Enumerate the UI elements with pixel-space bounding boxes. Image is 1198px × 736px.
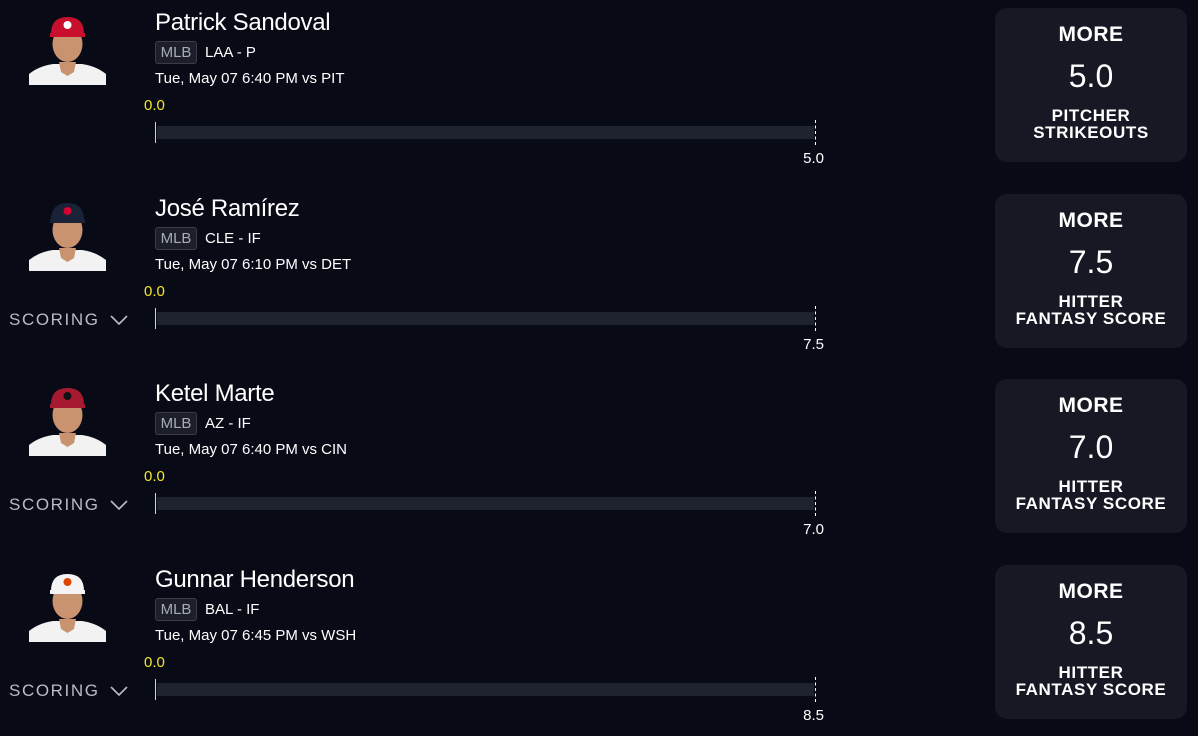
pick-card[interactable]: MORE 8.5 HITTER FANTASY SCORE: [995, 565, 1187, 719]
pick-line: 7.0: [1068, 429, 1114, 465]
progress-bar: [157, 312, 814, 325]
line-target-value: 5.0: [803, 150, 824, 167]
current-stat-value: 0.0: [144, 654, 165, 671]
scoring-label: SCORING: [9, 495, 100, 514]
progress-start-marker: [155, 122, 156, 143]
scoring-toggle[interactable]: SCORING: [9, 495, 128, 515]
stat-type: HITTER FANTASY SCORE: [995, 664, 1187, 698]
game-time: Tue, May 07 6:40 PM vs CIN: [155, 441, 348, 458]
scoring-toggle[interactable]: SCORING: [9, 681, 128, 701]
league-badge: MLB: [155, 412, 197, 435]
stat-type: HITTER FANTASY SCORE: [995, 293, 1187, 327]
stat-type-line2: FANTASY SCORE: [1015, 309, 1167, 328]
scoring-label: SCORING: [9, 681, 100, 700]
progress-start-marker: [155, 679, 156, 700]
pick-line: 7.5: [1068, 244, 1114, 280]
line-target-value: 7.5: [803, 336, 824, 353]
stat-type-line2: FANTASY SCORE: [1015, 680, 1167, 699]
stat-type-line1: PITCHER: [1051, 106, 1131, 125]
pick-card[interactable]: MORE 5.0 PITCHER STRIKEOUTS: [995, 8, 1187, 162]
line-target-value: 8.5: [803, 707, 824, 724]
progress-start-marker: [155, 308, 156, 329]
progress-bar: [157, 126, 814, 139]
pick-direction: MORE: [1058, 580, 1124, 603]
player-pick-row: Gunnar Henderson MLB BAL - IF Tue, May 0…: [0, 557, 1198, 736]
stat-type: HITTER FANTASY SCORE: [995, 478, 1187, 512]
stat-type-line1: HITTER: [1058, 292, 1124, 311]
stat-type-line2: FANTASY SCORE: [1015, 494, 1167, 513]
line-target-marker: [815, 120, 816, 145]
chevron-down-icon: [109, 315, 128, 325]
player-pick-row: Ketel Marte MLB AZ - IF Tue, May 07 6:40…: [0, 371, 1198, 556]
current-stat-value: 0.0: [144, 283, 165, 300]
player-name[interactable]: José Ramírez: [155, 195, 300, 223]
game-time: Tue, May 07 6:40 PM vs PIT: [155, 70, 345, 87]
chevron-down-icon: [109, 500, 128, 510]
stat-type-line1: HITTER: [1058, 663, 1124, 682]
stat-type-line2: STRIKEOUTS: [1033, 123, 1149, 142]
chevron-down-icon: [109, 686, 128, 696]
player-pick-row: José Ramírez MLB CLE - IF Tue, May 07 6:…: [0, 186, 1198, 371]
line-target-marker: [815, 491, 816, 516]
pick-line: 5.0: [1068, 58, 1114, 94]
progress-start-marker: [155, 493, 156, 514]
current-stat-value: 0.0: [144, 468, 165, 485]
scoring-label: SCORING: [9, 310, 100, 329]
pick-card[interactable]: MORE 7.0 HITTER FANTASY SCORE: [995, 379, 1187, 533]
pick-card[interactable]: MORE 7.5 HITTER FANTASY SCORE: [995, 194, 1187, 348]
league-badge: MLB: [155, 41, 197, 64]
stat-type: PITCHER STRIKEOUTS: [995, 107, 1187, 141]
player-headshot-icon: [29, 12, 106, 85]
line-target-marker: [815, 306, 816, 331]
player-name[interactable]: Gunnar Henderson: [155, 566, 355, 594]
pick-list: Patrick Sandoval MLB LAA - P Tue, May 07…: [0, 0, 1198, 736]
pick-direction: MORE: [1058, 23, 1124, 46]
team-position: CLE - IF: [205, 230, 261, 247]
game-time: Tue, May 07 6:45 PM vs WSH: [155, 627, 357, 644]
player-headshot-icon: [29, 383, 106, 456]
player-name[interactable]: Patrick Sandoval: [155, 9, 331, 37]
team-position: AZ - IF: [205, 415, 251, 432]
pick-direction: MORE: [1058, 209, 1124, 232]
player-headshot-icon: [29, 569, 106, 642]
progress-bar: [157, 683, 814, 696]
league-badge: MLB: [155, 227, 197, 250]
line-target-value: 7.0: [803, 521, 824, 538]
current-stat-value: 0.0: [144, 97, 165, 114]
player-headshot-icon: [29, 198, 106, 271]
league-badge: MLB: [155, 598, 197, 621]
pick-line: 8.5: [1068, 615, 1114, 651]
line-target-marker: [815, 677, 816, 702]
progress-bar: [157, 497, 814, 510]
team-position: BAL - IF: [205, 601, 260, 618]
team-position: LAA - P: [205, 44, 256, 61]
player-pick-row: Patrick Sandoval MLB LAA - P Tue, May 07…: [0, 0, 1198, 185]
scoring-toggle[interactable]: SCORING: [9, 310, 128, 330]
game-time: Tue, May 07 6:10 PM vs DET: [155, 256, 352, 273]
player-name[interactable]: Ketel Marte: [155, 380, 275, 408]
pick-direction: MORE: [1058, 394, 1124, 417]
stat-type-line1: HITTER: [1058, 477, 1124, 496]
